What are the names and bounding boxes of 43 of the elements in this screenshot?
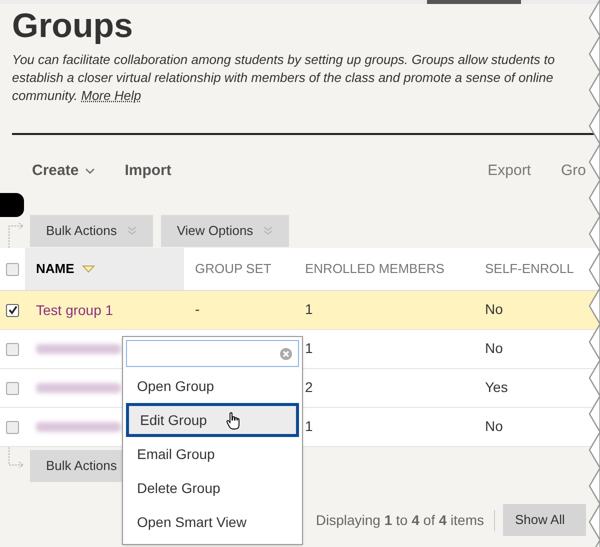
indent-arrow-icon: [6, 222, 26, 248]
page-title: Groups: [12, 6, 134, 47]
table-cell: -: [195, 301, 200, 317]
create-menu-button[interactable]: Create: [32, 160, 95, 182]
table-cell: No: [485, 340, 503, 356]
menu-item[interactable]: Edit Group: [126, 403, 299, 437]
tab-handle[interactable]: [0, 193, 24, 217]
checkbox[interactable]: [6, 382, 19, 394]
action-bar-button[interactable]: Bulk Actions: [30, 215, 153, 247]
table-cell: 1: [305, 301, 313, 317]
show-all-button[interactable]: Show All: [503, 504, 586, 536]
toolbar-button[interactable]: Import: [124, 160, 172, 182]
double-chevron-icon: [263, 226, 274, 236]
clear-icon: [280, 348, 292, 360]
table-cell: 2: [305, 379, 313, 395]
column-header[interactable]: GROUP SET: [195, 259, 272, 279]
indent-arrow-icon: [6, 447, 26, 469]
column-header[interactable]: SELF-ENROLL: [485, 259, 574, 279]
hand-cursor-icon: [226, 412, 240, 430]
checkbox[interactable]: [6, 262, 19, 276]
table-cell: No: [485, 418, 503, 434]
menu-item[interactable]: Open Smart View: [126, 505, 299, 539]
table-cell: No: [485, 301, 503, 317]
action-bar-button[interactable]: View Options: [160, 215, 290, 247]
chevron-down-icon: [84, 168, 95, 174]
column-header[interactable]: NAME: [36, 259, 74, 279]
checkbox[interactable]: [6, 420, 19, 434]
double-chevron-icon: [126, 226, 137, 236]
toolbar-button[interactable]: Export: [488, 160, 531, 182]
sort-triangle-icon: [82, 265, 96, 273]
menu-item[interactable]: Open Group: [126, 369, 299, 403]
table-cell: 1: [305, 340, 313, 356]
pagination-summary: Displaying 1 to 4 of 4 items: [316, 510, 495, 530]
more-help-link[interactable]: More Help: [81, 88, 142, 103]
checkbox[interactable]: [6, 304, 19, 316]
table-cell: Yes: [485, 379, 508, 395]
group-name-link[interactable]: Test group 1: [36, 300, 114, 320]
page-description: You can facilitate collaboration among students by setting up groups. Groups allow students to establish a closer virtual relationship with members of the class and promote a sense of online community. More Help: [12, 51, 556, 105]
table-cell: 1: [305, 418, 313, 434]
column-header[interactable]: ENROLLED MEMBERS: [305, 259, 444, 279]
search-field[interactable]: [126, 340, 299, 367]
checkbox[interactable]: [6, 342, 19, 356]
toolbar-button[interactable]: Gro: [560, 160, 586, 182]
